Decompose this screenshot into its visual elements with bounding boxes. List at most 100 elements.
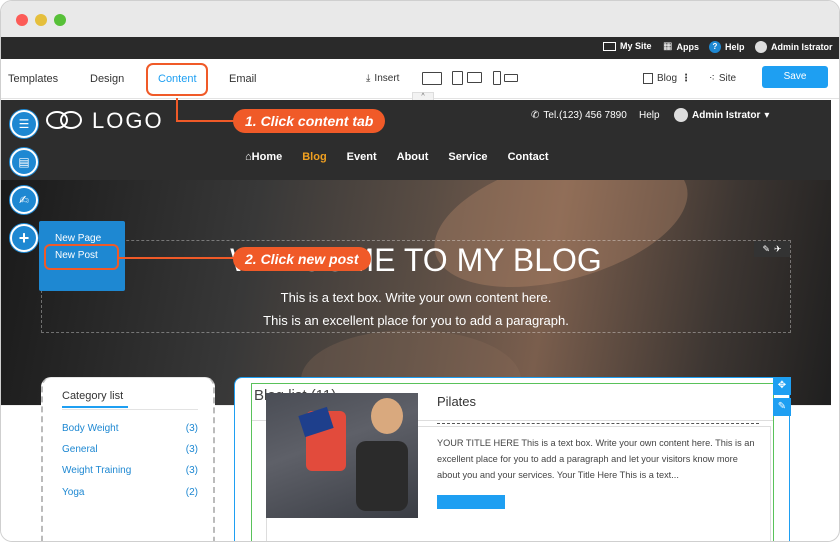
blog-list-inner: Blog list (11) Pilates YOUR TITLE HERE T… (251, 383, 774, 541)
home-icon: ⌂ (245, 151, 252, 163)
logo-text: LOGO (92, 108, 164, 133)
help-circle-icon: ? (709, 41, 721, 53)
header-help-link[interactable]: Help (639, 110, 660, 121)
site-menu[interactable]: ⁖ Site (709, 73, 736, 84)
callout-step-2: 2. Click new post (233, 247, 371, 271)
new-page-option[interactable]: New Page (55, 233, 101, 244)
site-canvas: LOGO ✆ Tel.(123) 456 7890 Help Admin Ist… (1, 100, 831, 541)
new-post-highlight (44, 244, 119, 270)
blog-icon (643, 73, 653, 84)
callout-connector (119, 257, 235, 259)
header-help-label: Help (639, 110, 660, 121)
help-link[interactable]: ? Help (709, 41, 745, 53)
blog-list[interactable]: Blog list (11) Pilates YOUR TITLE HERE T… (234, 377, 790, 541)
header-user-avatar-icon (674, 108, 688, 122)
category-count: (3) (185, 423, 198, 434)
close-window-button[interactable] (16, 14, 28, 26)
grid-icon: ▦ (663, 41, 673, 52)
site-label: Site (718, 73, 737, 84)
tab-design[interactable]: Design (90, 73, 124, 85)
category-count: (3) (185, 465, 198, 476)
user-menu[interactable]: Admin Istrator (755, 41, 833, 53)
divider (437, 423, 759, 424)
edit-list-icon: ✍ (18, 193, 30, 207)
header-user-name: Admin Istrator (692, 109, 761, 121)
category-item[interactable]: Body Weight (3) (62, 423, 198, 434)
browser-window: My Site ▦ Apps ? Help Admin Istrator Tem… (0, 0, 840, 542)
category-item[interactable]: Weight Training (3) (62, 465, 198, 476)
nav-contact[interactable]: Contact (508, 151, 549, 163)
admin-bar: My Site ▦ Apps ? Help Admin Istrator (1, 37, 839, 59)
logo-rings-icon (46, 110, 86, 132)
minimize-window-button[interactable] (35, 14, 47, 26)
caret-down-icon: ▾ (764, 109, 770, 121)
tab-templates[interactable]: Templates (8, 73, 58, 85)
category-item[interactable]: Yoga (2) (62, 487, 198, 498)
category-name: Yoga (62, 487, 85, 498)
maximize-window-button[interactable] (54, 14, 66, 26)
tablet-view-icon[interactable] (452, 71, 463, 85)
post-title[interactable]: Pilates (437, 394, 476, 409)
post-excerpt: YOUR TITLE HERE This is a text box. Writ… (437, 438, 755, 480)
read-more-button[interactable] (437, 495, 505, 509)
monitor-icon (603, 41, 616, 51)
chevron-up-icon: ^ (421, 93, 425, 100)
content-tab-highlight (146, 63, 208, 96)
callout-step-1: 1. Click content tab (233, 109, 386, 133)
save-button[interactable]: Save (762, 66, 828, 88)
category-item[interactable]: General (3) (62, 444, 198, 455)
my-site-label: My Site (620, 41, 652, 51)
phone-number: ✆ Tel.(123) 456 7890 (531, 110, 627, 121)
insert-button[interactable]: ⤓ Insert (366, 73, 399, 84)
pin-icon[interactable]: ✈ (774, 244, 782, 255)
save-panel-button[interactable]: ▤ (10, 148, 38, 176)
sitemap-icon: ⁖ (709, 73, 715, 84)
edit-panel-button[interactable]: ✍ (10, 186, 38, 214)
header-user-menu[interactable]: Admin Istrator ▾ (674, 108, 769, 122)
tablet-landscape-view-icon[interactable] (467, 72, 482, 83)
category-count: (2) (185, 487, 198, 498)
pencil-icon[interactable]: ✎ (762, 244, 770, 255)
hero-section: WELCOME TO MY BLOG This is a text box. W… (1, 180, 831, 406)
hero-line-2[interactable]: This is an excellent place for you to ad… (1, 313, 831, 328)
user-name: Admin Istrator (771, 42, 833, 52)
my-site-link[interactable]: My Site (603, 41, 652, 51)
pages-icon: ☰ (18, 117, 30, 131)
pages-panel-button[interactable]: ☰ (10, 110, 38, 138)
category-name: Weight Training (62, 465, 132, 476)
nav-home-label: Home (251, 151, 283, 163)
category-name: General (62, 444, 98, 455)
nav-event[interactable]: Event (347, 151, 377, 163)
phone-text: Tel.(123) 456 7890 (543, 110, 627, 121)
desktop-view-icon[interactable] (422, 72, 442, 85)
tab-email[interactable]: Email (229, 73, 257, 85)
phone-view-icon[interactable] (493, 71, 501, 85)
layout-icon: ▤ (18, 155, 30, 169)
blog-menu[interactable]: Blog ⋮ (643, 73, 691, 84)
nav-home[interactable]: ⌂Home (245, 151, 282, 163)
add-button[interactable]: + (10, 224, 38, 252)
nav-about[interactable]: About (397, 151, 429, 163)
callout-connector (176, 98, 178, 121)
nav-blog[interactable]: Blog (302, 151, 326, 163)
category-list: Category list Body Weight (3) General (3… (41, 377, 215, 541)
more-vertical-icon: ⋮ (681, 73, 692, 84)
category-count: (3) (185, 444, 198, 455)
insert-icon: ⤓ (366, 73, 371, 84)
move-icon[interactable]: ✥ (773, 377, 791, 395)
window-titlebar (1, 1, 839, 37)
apps-link[interactable]: ▦ Apps (663, 41, 699, 52)
plus-icon: + (18, 227, 30, 248)
site-nav: ⌂Home Blog Event About Service Contact (245, 151, 549, 163)
phone-icon: ✆ (531, 110, 540, 121)
post-image[interactable] (266, 393, 418, 518)
insert-label: Insert (374, 73, 400, 84)
nav-service[interactable]: Service (448, 151, 487, 163)
hero-title[interactable]: WELCOME TO MY BLOG (1, 242, 831, 279)
divider (62, 409, 198, 410)
site-logo[interactable]: LOGO (46, 108, 164, 134)
phone-landscape-view-icon[interactable] (504, 74, 518, 82)
hero-line-1[interactable]: This is a text box. Write your own conte… (1, 290, 831, 305)
blog-label: Blog (657, 73, 678, 84)
edit-pencil-icon[interactable]: ✎ (773, 398, 791, 416)
